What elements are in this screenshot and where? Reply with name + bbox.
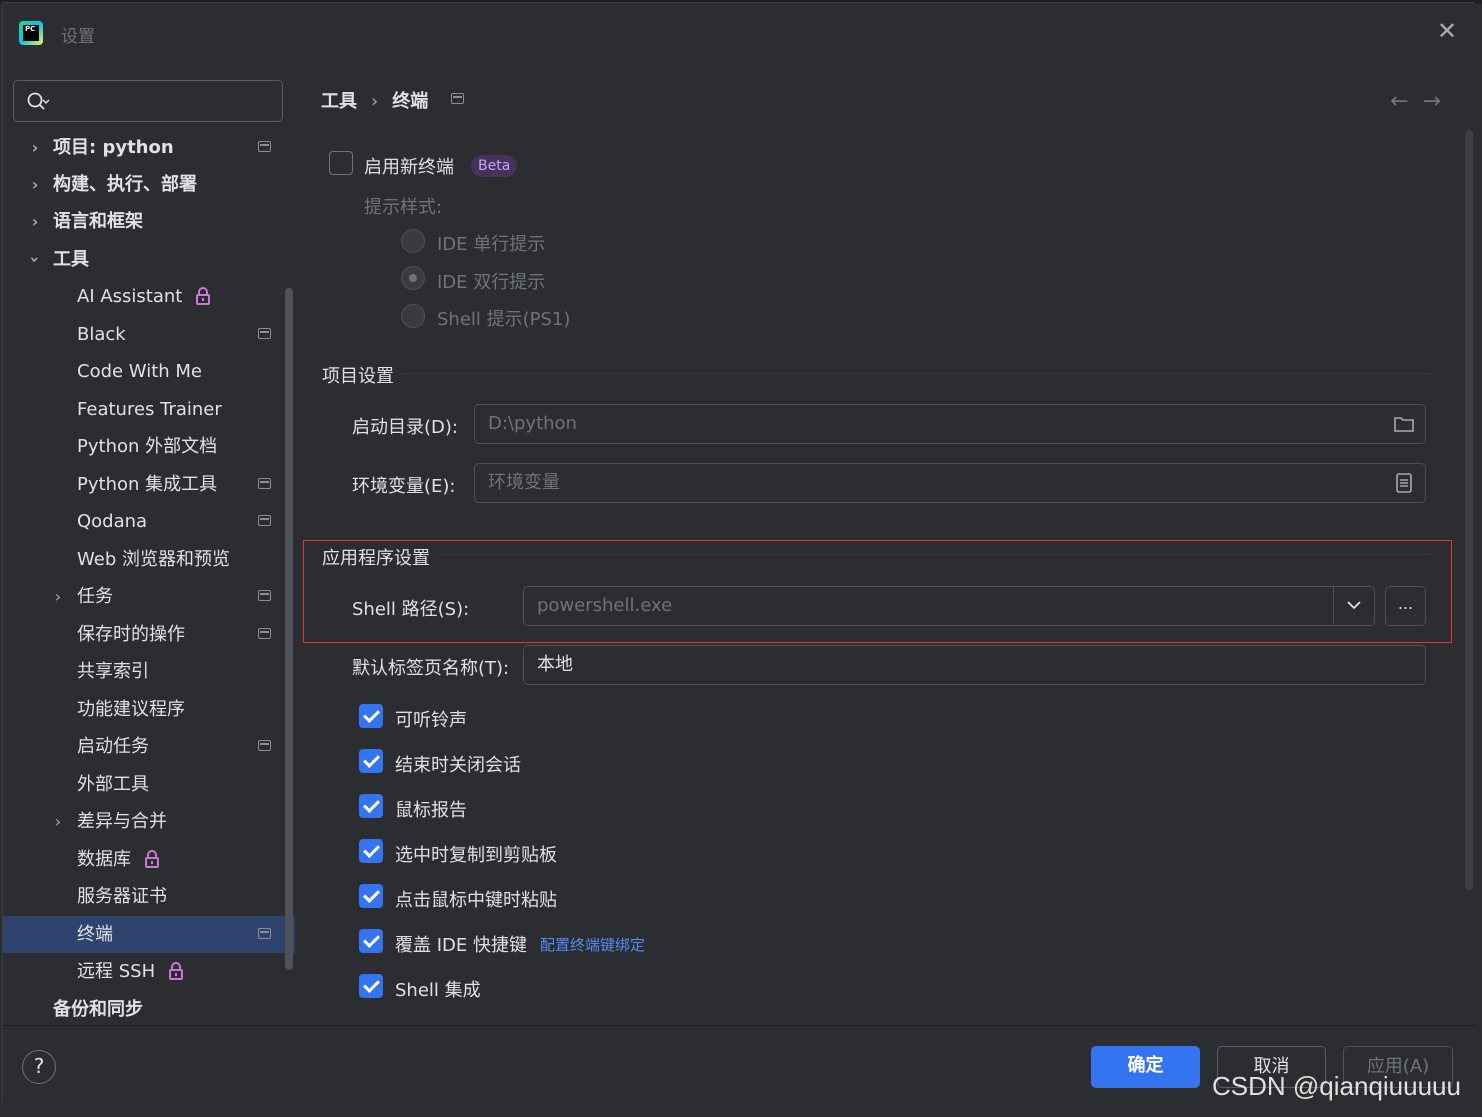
copy-on-select-checkbox[interactable] <box>359 839 383 863</box>
beta-badge: Beta <box>471 155 518 177</box>
radio-shell-prompt-label: Shell 提示(PS1) <box>437 309 571 330</box>
sidebar-item-languages[interactable]: › 语言和框架 <box>3 203 283 240</box>
pycharm-logo-icon: PC <box>19 21 43 45</box>
sidebar-item-tasks[interactable]: › 任务 <box>3 578 283 615</box>
shell-integration-label: Shell 集成 <box>395 980 481 1001</box>
list-icon[interactable] <box>1393 473 1415 493</box>
env-vars-field[interactable]: 环境变量 <box>474 463 1426 503</box>
sidebar-item-ai-assistant[interactable]: AI Assistant <box>3 278 283 315</box>
override-shortcuts-checkbox[interactable] <box>359 929 383 953</box>
project-scope-icon <box>258 328 271 339</box>
chevron-right-icon[interactable]: › <box>27 166 43 203</box>
paste-middle-click-checkbox[interactable] <box>359 884 383 908</box>
project-scope-icon <box>258 515 271 526</box>
project-scope-icon <box>258 928 271 939</box>
sidebar-item-features-trainer[interactable]: Features Trainer <box>3 391 283 428</box>
sidebar-item-feature-suggester[interactable]: 功能建议程序 <box>3 691 283 728</box>
project-scope-icon <box>258 628 271 639</box>
audible-bell-label: 可听铃声 <box>395 710 467 731</box>
chevron-right-icon[interactable]: › <box>27 203 43 240</box>
project-scope-icon <box>258 590 271 601</box>
chevron-right-icon[interactable]: › <box>27 129 43 166</box>
chevron-right-icon[interactable]: › <box>50 803 66 840</box>
project-scope-icon <box>258 740 271 751</box>
sidebar-scrollbar[interactable] <box>285 288 293 970</box>
sidebar-item-project[interactable]: › 项目: python <box>3 129 283 166</box>
shell-path-label: Shell 路径(S): <box>352 599 470 620</box>
start-dir-label: 启动目录(D): <box>352 417 458 438</box>
settings-dialog: PC 设置 ✕ › 项目: python › 构建、执行、部署 › 语言和框架 … <box>2 2 1475 1103</box>
paste-middle-click-label: 点击鼠标中键时粘贴 <box>395 890 557 911</box>
project-settings-header: 项目设置 <box>322 366 394 387</box>
radio-double-line-label: IDE 双行提示 <box>437 272 546 293</box>
env-vars-label: 环境变量(E): <box>352 476 456 497</box>
mouse-reporting-checkbox[interactable] <box>359 794 383 818</box>
csdn-watermark: CSDN @qianqiuuuuu <box>1212 1071 1461 1101</box>
radio-shell-prompt[interactable] <box>401 304 425 328</box>
new-terminal-label: 启用新终端 <box>364 157 454 178</box>
default-tab-label: 默认标签页名称(T): <box>352 658 510 679</box>
terminal-settings-panel: 工具 › 终端 ←→ 启用新终端 Beta 提示样式: IDE 单行提示 IDE 双… <box>296 63 1475 1025</box>
lock-icon <box>169 962 184 980</box>
default-tab-input[interactable]: 本地 <box>523 645 1426 685</box>
settings-sidebar: › 项目: python › 构建、执行、部署 › 语言和框架 › 工具 AI … <box>3 63 296 1025</box>
sidebar-item-save-actions[interactable]: 保存时的操作 <box>3 616 283 653</box>
sidebar-item-qodana[interactable]: Qodana <box>3 503 283 540</box>
lock-icon <box>145 850 159 868</box>
sidebar-item-diff-merge[interactable]: › 差异与合并 <box>3 803 283 840</box>
search-input[interactable] <box>13 80 283 122</box>
close-session-label: 结束时关闭会话 <box>395 755 521 776</box>
copy-on-select-label: 选中时复制到剪贴板 <box>395 845 557 866</box>
main-scrollbar[interactable] <box>1465 130 1473 890</box>
sidebar-item-startup-tasks[interactable]: 启动任务 <box>3 728 283 765</box>
sidebar-item-web-browsers[interactable]: Web 浏览器和预览 <box>3 541 283 578</box>
close-session-checkbox[interactable] <box>359 749 383 773</box>
sidebar-item-build[interactable]: › 构建、执行、部署 <box>3 166 283 203</box>
sidebar-item-tools[interactable]: › 工具 <box>3 241 283 278</box>
sidebar-item-remote-ssh[interactable]: 远程 SSH <box>3 953 283 990</box>
prompt-style-label: 提示样式: <box>364 197 443 218</box>
chevron-down-icon[interactable]: › <box>17 252 54 268</box>
section-divider <box>438 554 1430 555</box>
sidebar-item-server-certificates[interactable]: 服务器证书 <box>3 878 283 915</box>
title-bar: PC 设置 ✕ <box>3 3 1475 63</box>
ok-button[interactable]: 确定 <box>1091 1046 1200 1088</box>
shell-integration-checkbox[interactable] <box>359 974 383 998</box>
shell-path-combobox[interactable]: powershell.exe <box>523 586 1375 626</box>
override-shortcuts-label: 覆盖 IDE 快捷键 <box>395 935 527 956</box>
radio-double-line[interactable] <box>401 266 425 290</box>
window-title: 设置 <box>61 27 95 47</box>
audible-bell-checkbox[interactable] <box>359 704 383 728</box>
folder-icon[interactable] <box>1393 414 1415 434</box>
radio-single-line[interactable] <box>401 229 425 253</box>
sidebar-item-python-tools[interactable]: Python 集成工具 <box>3 466 283 503</box>
start-dir-field[interactable]: D:\python <box>474 404 1426 444</box>
settings-content: 启用新终端 Beta 提示样式: IDE 单行提示 IDE 双行提示 Shell… <box>296 63 1475 1025</box>
project-scope-icon <box>258 141 271 152</box>
section-divider <box>402 373 1430 374</box>
sidebar-item-database[interactable]: 数据库 <box>3 841 283 878</box>
sidebar-item-external-tools[interactable]: 外部工具 <box>3 766 283 803</box>
project-scope-icon <box>258 478 271 489</box>
close-icon[interactable]: ✕ <box>1435 19 1459 43</box>
sidebar-item-shared-indexes[interactable]: 共享索引 <box>3 653 283 690</box>
configure-keybindings-link[interactable]: 配置终端键绑定 <box>540 934 645 955</box>
app-settings-header: 应用程序设置 <box>322 548 430 569</box>
sidebar-item-black[interactable]: Black <box>3 316 283 353</box>
sidebar-item-code-with-me[interactable]: Code With Me <box>3 353 283 390</box>
sidebar-item-terminal[interactable]: 终端 <box>3 916 295 953</box>
browse-button[interactable]: ... <box>1385 586 1426 626</box>
search-icon <box>27 92 50 110</box>
chevron-right-icon[interactable]: › <box>50 578 66 615</box>
new-terminal-checkbox[interactable] <box>329 151 353 175</box>
radio-single-line-label: IDE 单行提示 <box>437 234 546 255</box>
help-button[interactable]: ? <box>22 1050 56 1084</box>
chevron-down-icon[interactable] <box>1342 593 1366 617</box>
lock-icon <box>196 287 211 305</box>
mouse-reporting-label: 鼠标报告 <box>395 800 467 821</box>
sidebar-item-python-docs[interactable]: Python 外部文档 <box>3 428 283 465</box>
sidebar-item-backup-sync[interactable]: 备份和同步 <box>3 991 283 1028</box>
